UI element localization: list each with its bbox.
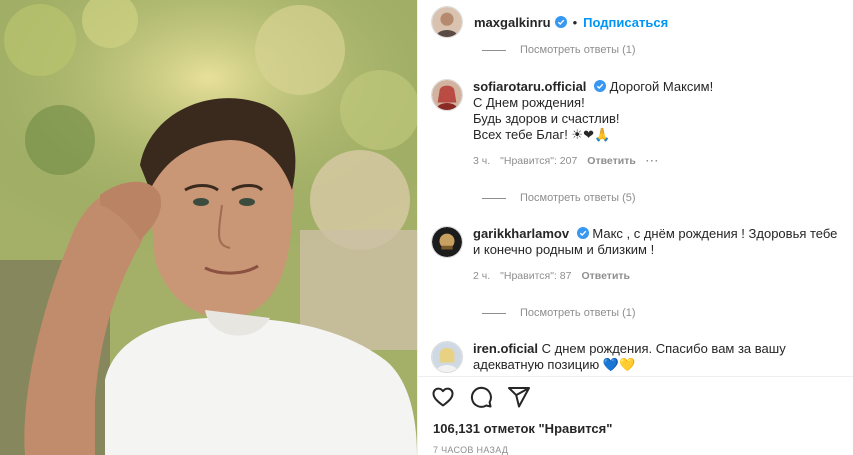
comment-body: iren.oficial С днем рождения. Спасибо ва…: [473, 341, 841, 373]
author-username[interactable]: maxgalkinru: [474, 15, 551, 30]
share-icon[interactable]: [507, 385, 531, 409]
comment-text-line: Всех тебе Благ! ☀❤🙏: [473, 127, 611, 142]
replies-line: [482, 49, 506, 51]
comment-meta: 2 ч. "Нравится": 87 Ответить: [473, 270, 841, 282]
likes-count[interactable]: 106,131 отметок "Нравится": [433, 421, 612, 436]
comment-likes[interactable]: "Нравится": 207: [500, 155, 577, 167]
header-separator: •: [572, 14, 578, 30]
more-options-button[interactable]: ···: [646, 155, 660, 167]
verified-icon: [554, 16, 567, 28]
comment: iren.oficial С днем рождения. Спасибо ва…: [431, 341, 841, 373]
follow-button[interactable]: Подписаться: [583, 15, 668, 30]
comment-text-line: и конечно родным и близким !: [473, 242, 655, 257]
replies-line: [482, 197, 506, 199]
commenter-avatar[interactable]: [431, 79, 463, 111]
comment-text-line: Дорогой Максим!: [609, 79, 714, 94]
post-panel: maxgalkinru • Подписаться Посмотреть отв…: [417, 0, 853, 455]
comment-icon[interactable]: [469, 385, 493, 409]
author-avatar[interactable]: [431, 6, 463, 38]
comment-time: 3 ч.: [473, 155, 491, 167]
view-replies-label: Посмотреть ответы (1): [520, 44, 636, 56]
comment-time: 2 ч.: [473, 270, 491, 282]
comments-list[interactable]: Посмотреть ответы (1) sofiarotaru.offici…: [418, 44, 853, 375]
post-header: maxgalkinru • Подписаться: [418, 0, 853, 44]
view-replies-button[interactable]: Посмотреть ответы (5): [482, 192, 636, 204]
view-replies-label: Посмотреть ответы (5): [520, 192, 636, 204]
view-replies-button[interactable]: Посмотреть ответы (1): [482, 307, 636, 319]
comment: garikkharlamov Макс , с днём рождения ! …: [431, 226, 841, 282]
portrait-illustration: [0, 0, 417, 455]
commenter-avatar[interactable]: [431, 226, 463, 258]
comment-body: garikkharlamov Макс , с днём рождения ! …: [473, 226, 841, 258]
comment-text-line: адекватную позицию 💙💛: [473, 357, 636, 372]
verified-icon: [576, 227, 589, 239]
comment-body: sofiarotaru.official Дорогой Максим! С Д…: [473, 79, 841, 143]
reply-button[interactable]: Ответить: [587, 155, 636, 167]
comment-likes[interactable]: "Нравится": 87: [500, 270, 571, 282]
replies-line: [482, 312, 506, 314]
post-timestamp: 7 ЧАСОВ НАЗАД: [433, 445, 509, 455]
view-replies-label: Посмотреть ответы (1): [520, 307, 636, 319]
comment-text-line: Макс , с днём рождения ! Здоровья тебе: [592, 226, 838, 241]
reply-button[interactable]: Ответить: [581, 270, 630, 282]
comment-meta: 3 ч. "Нравится": 207 Ответить ···: [473, 155, 841, 167]
commenter-username[interactable]: iren.oficial: [473, 341, 538, 356]
commenter-avatar[interactable]: [431, 341, 463, 373]
comment-text-line: С днем рождения. Спасибо вам за вашу: [541, 341, 786, 356]
commenter-username[interactable]: sofiarotaru.official: [473, 79, 586, 94]
heart-icon[interactable]: [431, 385, 455, 409]
post-photo: [0, 0, 417, 455]
view-replies-button[interactable]: Посмотреть ответы (1): [482, 44, 636, 56]
comment: sofiarotaru.official Дорогой Максим! С Д…: [431, 79, 841, 167]
verified-icon: [594, 80, 607, 92]
post-actions-bar: [418, 376, 853, 416]
commenter-username[interactable]: garikkharlamov: [473, 226, 569, 241]
comment-text-line: С Днем рождения!: [473, 95, 585, 110]
comment-text-line: Будь здоров и счастлив!: [473, 111, 620, 126]
